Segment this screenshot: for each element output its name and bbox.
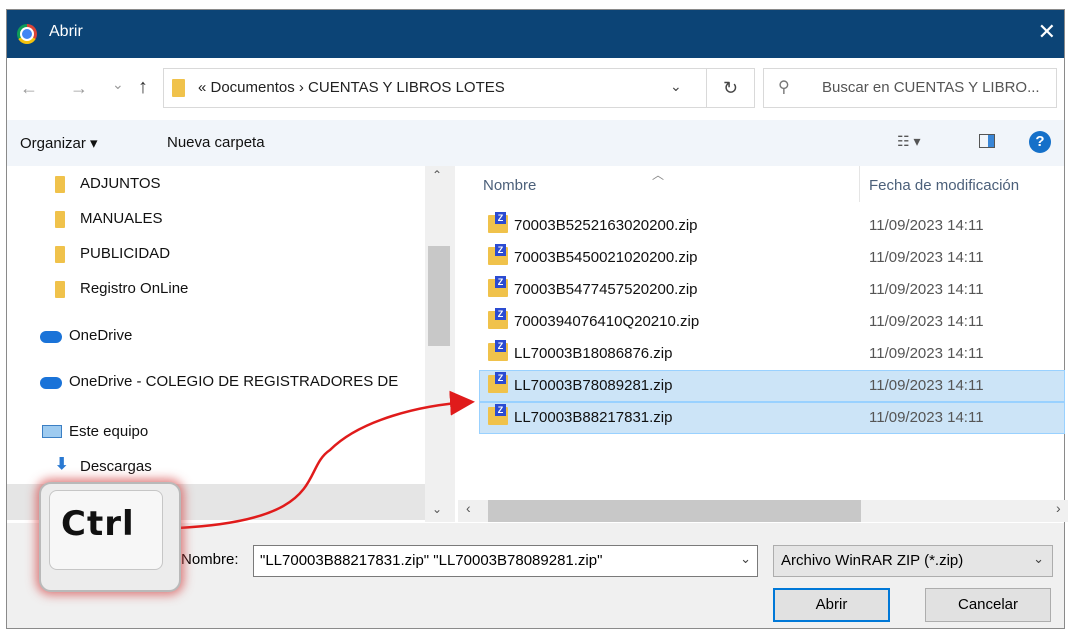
ctrl-key-label: Ctrl	[61, 504, 135, 544]
ctrl-key-overlay: Ctrl	[39, 482, 181, 592]
